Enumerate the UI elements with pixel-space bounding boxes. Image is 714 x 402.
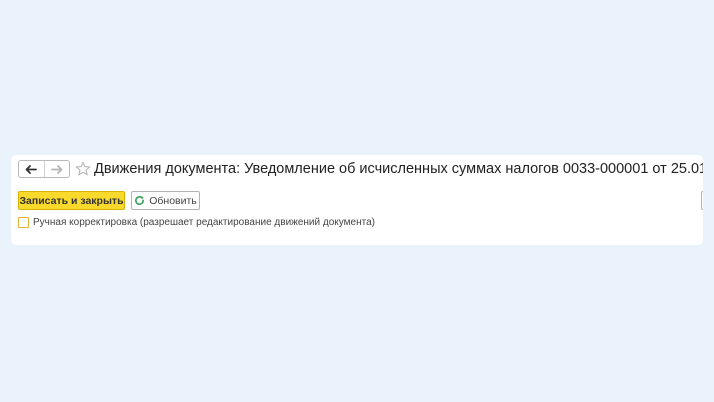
refresh-icon — [135, 196, 145, 206]
document-movements-form: Движения документа: Уведомление об исчис… — [11, 155, 703, 245]
save-and-close-button[interactable]: Записать и закрыть — [18, 191, 125, 210]
manual-edit-label: Ручная корректировка (разрешает редактир… — [33, 216, 375, 228]
refresh-button-label: Обновить — [149, 194, 197, 207]
arrow-left-icon — [25, 164, 38, 174]
navigation-buttons — [18, 160, 70, 178]
manual-edit-checkbox[interactable] — [18, 216, 29, 228]
more-button[interactable] — [701, 191, 703, 210]
arrow-right-icon — [50, 164, 63, 174]
page-title: Движения документа: Уведомление об исчис… — [94, 161, 703, 177]
forward-button[interactable] — [43, 161, 70, 177]
favorite-button[interactable] — [75, 161, 91, 177]
star-outline-icon — [75, 161, 91, 176]
refresh-button[interactable]: Обновить — [131, 191, 200, 210]
back-button[interactable] — [19, 161, 44, 177]
manual-edit-option[interactable]: Ручная корректировка (разрешает редактир… — [18, 215, 375, 229]
